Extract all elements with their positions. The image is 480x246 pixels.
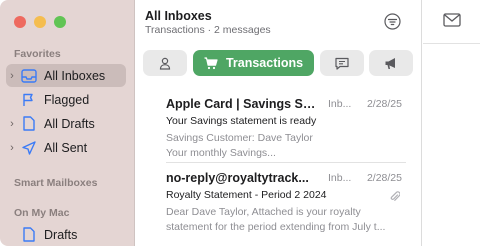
- chevron-right-icon[interactable]: ›: [6, 142, 18, 154]
- draft-document-icon: [20, 116, 38, 132]
- sidebar-item-flagged[interactable]: Flagged: [6, 88, 126, 111]
- paperclip-icon: [390, 191, 400, 201]
- sidebar-item-label: All Drafts: [44, 116, 95, 131]
- message-date: 2/28/25: [366, 172, 402, 184]
- flag-icon: [20, 92, 38, 108]
- message-viewer-pane: [423, 0, 480, 246]
- draft-document-icon: [20, 227, 38, 243]
- message-account: Inb...: [328, 172, 352, 184]
- chevron-right-icon[interactable]: ›: [6, 118, 18, 130]
- chat-bubble-icon: [335, 57, 349, 70]
- category-tabs: Transactions: [135, 50, 422, 76]
- sidebar-item-label: Drafts: [44, 227, 78, 242]
- tab-person[interactable]: [143, 50, 187, 76]
- sidebar-item-label: All Sent: [44, 140, 88, 155]
- tab-promotions[interactable]: [369, 50, 413, 76]
- message-account: Inb...: [328, 98, 352, 110]
- sidebar-item-label: All Inboxes: [44, 68, 106, 83]
- envelope-icon[interactable]: [443, 13, 461, 27]
- section-header-favorites: Favorites: [14, 48, 61, 60]
- message-divider: [166, 162, 406, 163]
- section-header-on-my-mac[interactable]: On My Mac: [14, 207, 69, 219]
- sidebar-item-all-inboxes[interactable]: › All Inboxes: [6, 64, 126, 87]
- chevron-right-icon[interactable]: ›: [6, 70, 18, 82]
- sidebar-item-all-drafts[interactable]: › All Drafts: [6, 112, 126, 135]
- message-list-pane: All Inboxes Transactions · 2 messages Tr…: [135, 0, 422, 246]
- mailbox-subtitle: Transactions · 2 messages: [145, 24, 271, 36]
- minimize-window-button[interactable]: [34, 16, 46, 28]
- filter-button[interactable]: [383, 12, 401, 30]
- mailbox-title: All Inboxes: [145, 9, 212, 23]
- sidebar: Favorites › All Inboxes Flagged › All Dr…: [0, 0, 135, 246]
- filter-icon: [383, 12, 401, 30]
- message-sender: Apple Card | Savings Su...: [166, 97, 316, 111]
- message-subject: Royalty Statement - Period 2 2024: [166, 189, 327, 201]
- message-preview: Dear Dave Taylor, Attached is your royal…: [166, 206, 386, 233]
- sidebar-item-label: Flagged: [44, 92, 90, 107]
- message-subject: Your Savings statement is ready: [166, 115, 317, 127]
- section-header-smart-mailboxes[interactable]: Smart Mailboxes: [14, 177, 97, 189]
- sidebar-item-all-sent[interactable]: › All Sent: [6, 136, 126, 159]
- paper-plane-icon: [20, 140, 38, 156]
- sidebar-item-drafts[interactable]: Drafts: [6, 223, 126, 246]
- window-controls: [14, 16, 66, 28]
- tab-transactions[interactable]: Transactions: [193, 50, 314, 76]
- cart-icon: [204, 56, 218, 69]
- close-window-button[interactable]: [14, 16, 26, 28]
- tab-label: Transactions: [225, 56, 304, 70]
- message-date: 2/28/25: [366, 98, 402, 110]
- mail-window: Favorites › All Inboxes Flagged › All Dr…: [0, 0, 480, 246]
- megaphone-icon: [385, 57, 395, 69]
- inbox-tray-icon: [20, 68, 38, 84]
- tab-updates[interactable]: [320, 50, 364, 76]
- message-preview: Savings Customer: Dave Taylor Your month…: [166, 132, 313, 159]
- message-sender: no-reply@royaltytrack...: [166, 171, 309, 185]
- zoom-window-button[interactable]: [54, 16, 66, 28]
- viewer-toolbar: [423, 0, 480, 44]
- person-icon: [159, 57, 171, 70]
